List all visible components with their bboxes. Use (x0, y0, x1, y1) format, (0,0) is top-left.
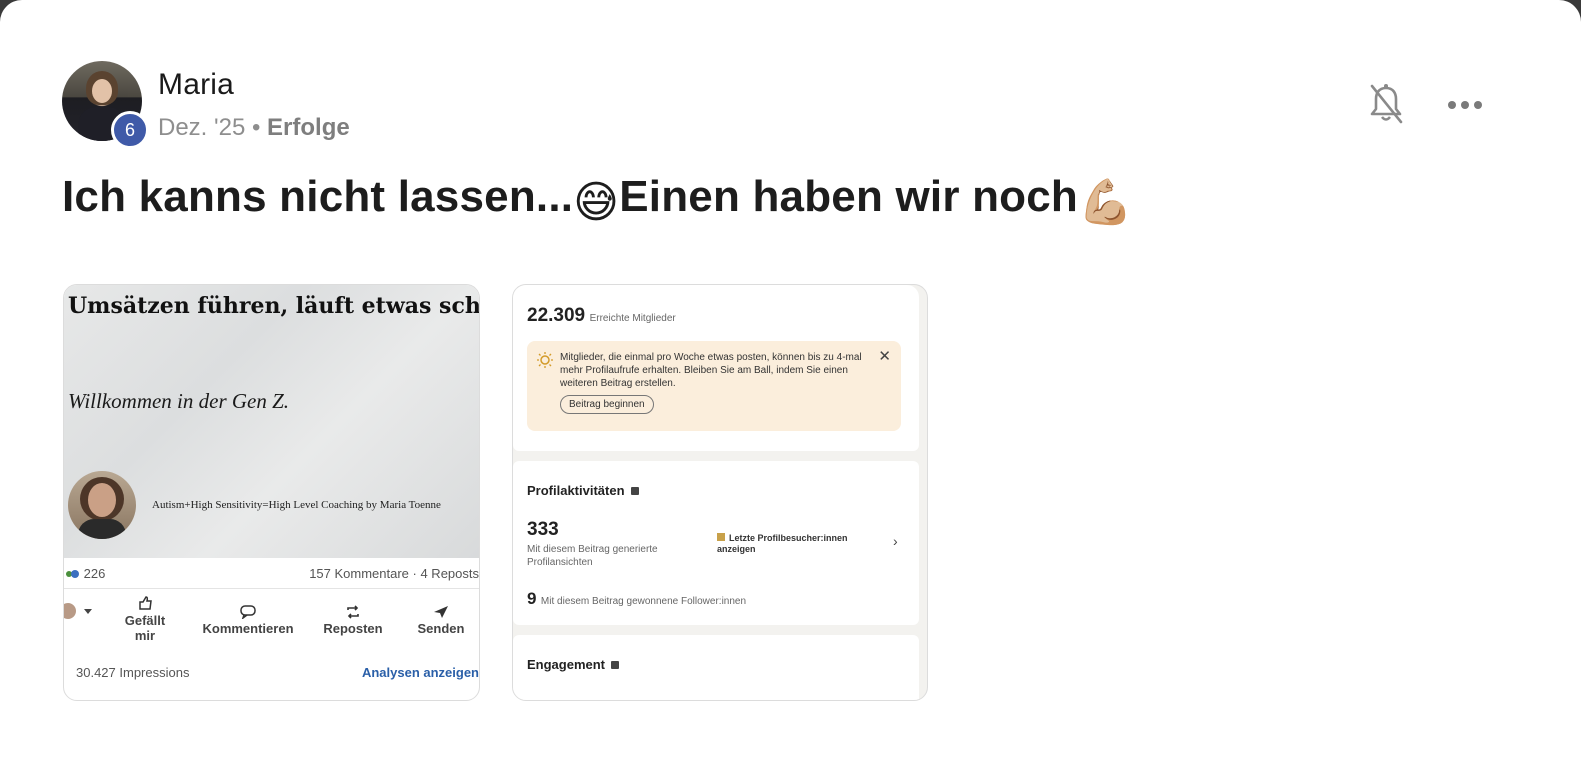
profile-activity-heading: Profilaktivitäten (527, 483, 639, 498)
title-text-1: Ich kanns nicht lassen... (62, 172, 574, 221)
author-avatar[interactable]: 6 (62, 61, 149, 149)
flexed-biceps-emoji: 💪🏼 (1077, 178, 1133, 227)
graphic-heading: Umsätzen führen, läuft etwas schief. (68, 293, 480, 319)
followers-value: 9 (527, 589, 537, 608)
bell-muted-icon[interactable] (1366, 82, 1406, 126)
comment-button[interactable]: Kommentieren (198, 605, 298, 636)
profile-views: 333 Mit diesem Beitrag generierte Profil… (527, 519, 687, 569)
like-label: Gefällt mir (124, 613, 166, 643)
lock-icon (611, 661, 620, 669)
recent-visitors-link[interactable]: Letzte Profilbesucher:innen anzeigen (717, 533, 867, 555)
repost-icon (347, 605, 359, 619)
send-label: Senden (417, 621, 465, 636)
engagement-heading: Engagement (527, 657, 620, 672)
visitors-label: Letzte Profilbesucher:innen anzeigen (717, 533, 848, 554)
graphic-tagline: Autism+High Sensitivity=High Level Coach… (152, 499, 441, 511)
impressions: 30.427 Impressions (76, 665, 190, 680)
attachment-image-1[interactable]: Umsätzen führen, läuft etwas schief. Wil… (63, 284, 480, 701)
engagement-title: Engagement (527, 657, 606, 672)
coach-photo (68, 471, 136, 539)
repost-button[interactable]: Reposten (320, 605, 386, 636)
post-stats: 226 157 Kommentare · 4 Reposts (64, 561, 479, 587)
like-button[interactable]: Gefällt mir (120, 595, 170, 643)
notice-text: Mitglieder, die einmal pro Woche etwas p… (560, 352, 862, 389)
post-category[interactable]: Erfolge (267, 114, 350, 141)
close-icon[interactable]: ✕ (878, 347, 891, 365)
sweat-smile-emoji: 😅 (573, 178, 620, 227)
post-title: Ich kanns nicht lassen...😅Einen haben wi… (62, 172, 1133, 228)
post-card: 6 Maria Dez. '25 • Erfolge Ich kanns nic… (0, 0, 1581, 760)
thumbs-up-icon (139, 596, 152, 610)
level-badge: 6 (111, 111, 149, 149)
reach-section: 22.309 Erreichte Mitglieder Mitglieder, … (513, 285, 919, 451)
more-options-icon[interactable] (1446, 90, 1484, 120)
reactions-count: 226 (83, 566, 106, 581)
title-text-2: Einen haben wir noch (619, 172, 1078, 221)
repost-label: Reposten (323, 621, 383, 636)
author-name[interactable]: Maria (158, 68, 234, 102)
post-actions: Gefällt mir Kommentieren Reposten Senden (64, 591, 479, 649)
lightbulb-icon (537, 352, 553, 368)
comment-icon (240, 605, 256, 619)
reach-value: 22.309 (527, 305, 586, 326)
reach-label: Erreichte Mitglieder (589, 313, 676, 324)
start-post-button[interactable]: Beitrag beginnen (560, 395, 654, 414)
graphic-subheading: Willkommen in der Gen Z. (68, 389, 290, 413)
chevron-right-icon[interactable]: › (893, 533, 898, 549)
reach-row: 22.309 Erreichte Mitglieder (527, 305, 676, 327)
profile-views-value: 333 (527, 519, 559, 540)
profile-views-label: Mit diesem Beitrag generierte Profilansi… (527, 544, 658, 568)
send-button[interactable]: Senden (414, 605, 468, 636)
analytics-link[interactable]: Analysen anzeigen (362, 665, 479, 680)
followers-gained: 9 Mit diesem Beitrag gewonnene Follower:… (527, 589, 746, 609)
followers-label: Mit diesem Beitrag gewonnene Follower:in… (540, 596, 747, 607)
meta-separator: • (251, 114, 261, 141)
profile-activity-title: Profilaktivitäten (527, 483, 625, 498)
profile-activity-section: Profilaktivitäten 333 Mit diesem Beitrag… (513, 461, 919, 625)
engagement-section: Engagement (513, 635, 919, 700)
divider (64, 588, 479, 589)
send-icon (434, 606, 448, 618)
reaction-avatar-dropdown[interactable] (64, 601, 94, 623)
comments-reposts: 157 Kommentare · 4 Reposts (309, 566, 479, 581)
post-date: Dez. '25 (158, 114, 246, 141)
post-meta: Dez. '25 • Erfolge (158, 114, 350, 142)
reaction-icons (66, 570, 79, 578)
post-graphic: Umsätzen führen, läuft etwas schief. Wil… (64, 285, 479, 558)
tip-notice: Mitglieder, die einmal pro Woche etwas p… (527, 341, 901, 431)
reactions: 226 (66, 566, 105, 581)
comment-label: Kommentieren (202, 621, 294, 636)
lock-icon (630, 487, 639, 495)
visitors-icon (717, 533, 725, 541)
attachment-image-2[interactable]: 22.309 Erreichte Mitglieder Mitglieder, … (512, 284, 928, 701)
